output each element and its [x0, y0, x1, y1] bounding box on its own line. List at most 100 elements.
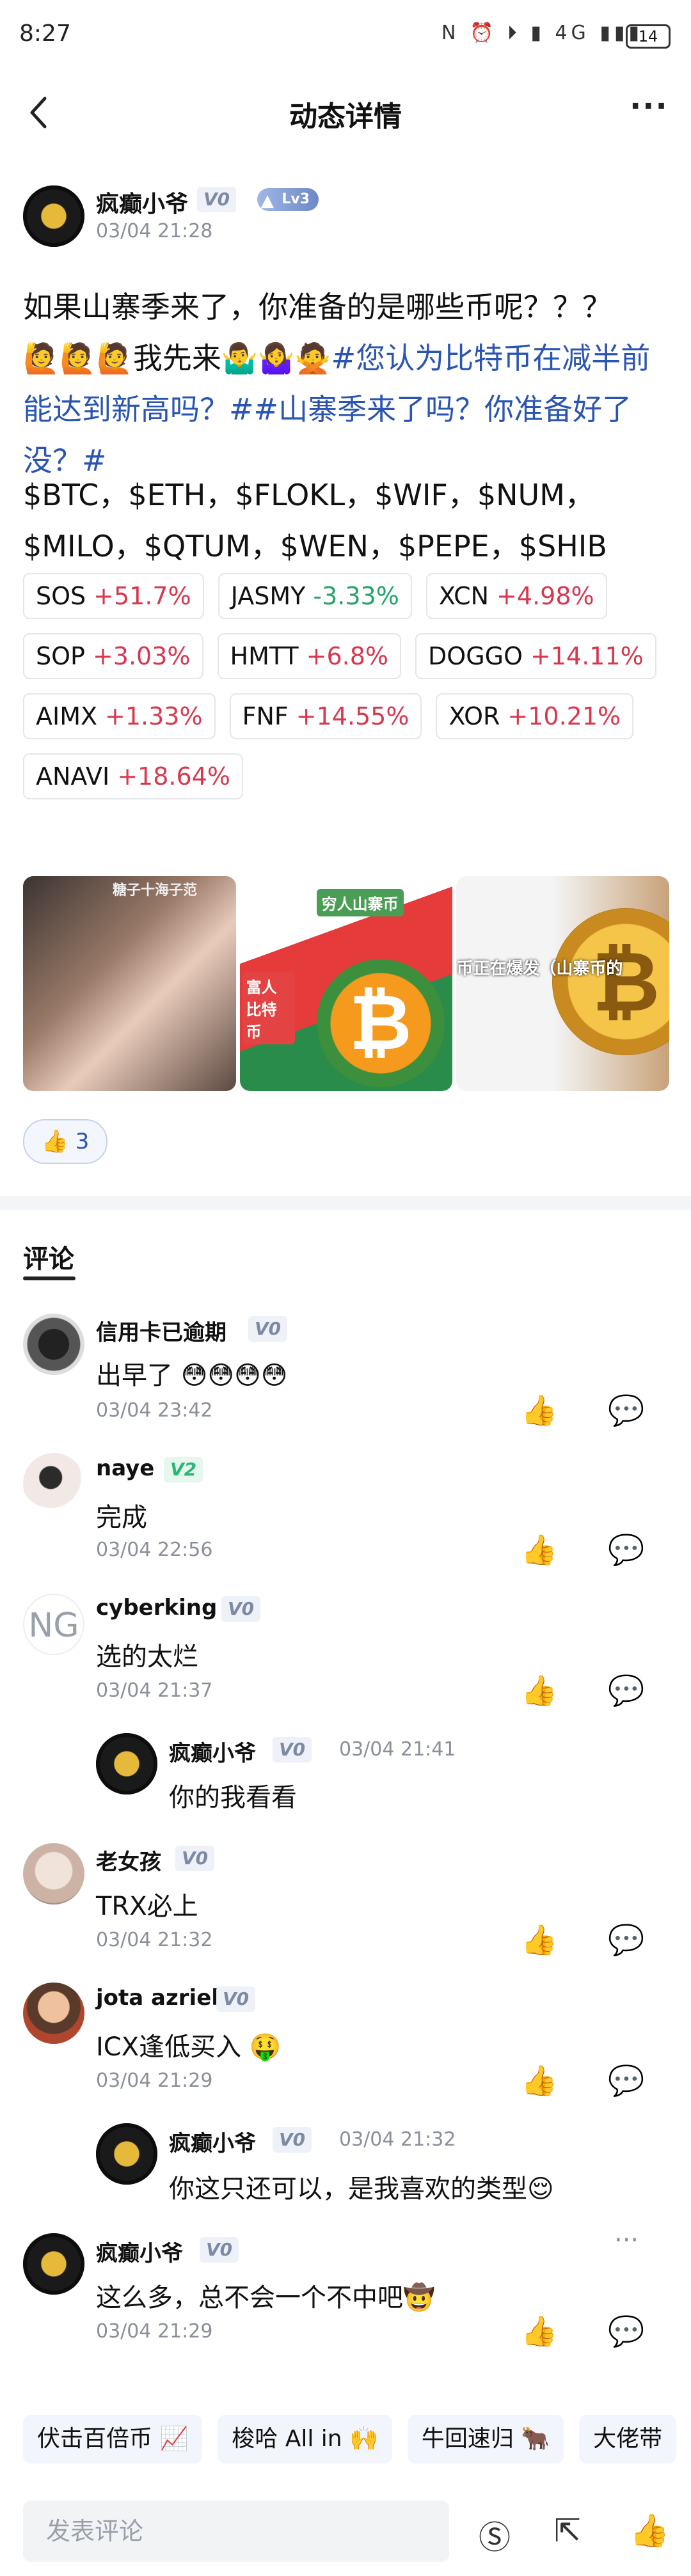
post-image-1[interactable]: 糖子十海子范: [23, 876, 236, 1091]
comment-text: 选的太烂: [96, 1642, 198, 1672]
commenter-avatar[interactable]: [23, 2233, 84, 2295]
coin-chip[interactable]: FNF +14.55%: [229, 693, 422, 739]
reply-icon[interactable]: 💬: [608, 1393, 644, 1428]
verified-badge: V0: [273, 1737, 312, 1763]
commenter-avatar[interactable]: [96, 1733, 157, 1795]
comment-time: 03/04 21:37: [96, 1679, 213, 1702]
verified-badge: V0: [216, 1986, 256, 2012]
commenter-name[interactable]: 老女孩: [96, 1844, 161, 1876]
post-images: 糖子十海子范 穷人山寨币 富人比特币 ₿ ₿ 币正在爆发（山寨币的: [23, 876, 670, 1091]
comment-text: 完成: [96, 1503, 147, 1532]
quick-tag[interactable]: 大佬带: [579, 2415, 677, 2463]
ticker-line2: $MILO，$QTUM，$WEN，$PEPE，$SHIB: [23, 529, 607, 563]
like-count-button[interactable]: 👍 3: [23, 1119, 107, 1164]
commenter-avatar[interactable]: [23, 1843, 84, 1905]
ticker-text: $BTC，$ETH，$FLOKL，$WIF，$NUM， $MILO，$QTUM，…: [23, 469, 669, 572]
like-icon[interactable]: 👍: [521, 1393, 557, 1428]
commenter-name[interactable]: 疯癫小爷: [169, 2126, 256, 2157]
comment-time: 03/04 23:42: [96, 1399, 213, 1422]
comment-more-button[interactable]: ···: [614, 2226, 639, 2255]
more-button[interactable]: ···: [630, 88, 669, 124]
reply-icon[interactable]: 💬: [608, 1673, 644, 1708]
level-badge: ▲ Lv3: [257, 188, 319, 211]
coin-icon[interactable]: Ⓢ: [479, 2512, 511, 2558]
comment-text: 这么多，总不会一个不中吧🤠: [96, 2283, 435, 2313]
commenter-avatar[interactable]: [23, 1314, 84, 1375]
reply-icon[interactable]: 💬: [608, 2314, 644, 2349]
image-caption: 币正在爆发（山寨币的: [456, 959, 623, 978]
coin-chips: SOS +51.7% JASMY -3.33% XCN +4.98% SOP +3.03…: [23, 573, 669, 799]
coin-chip[interactable]: XCN +4.98%: [425, 573, 607, 619]
reply-icon[interactable]: 💬: [608, 1922, 644, 1958]
like-icon[interactable]: 👍: [521, 2063, 557, 2098]
comments-title: 评论: [23, 1245, 74, 1274]
image-caption: 糖子十海子范: [113, 883, 198, 899]
commenter-avatar[interactable]: [96, 2123, 157, 2185]
verified-badge: V0: [197, 187, 237, 212]
section-divider: [0, 1196, 691, 1210]
comment-time: 03/04 21:32: [339, 2128, 456, 2151]
comment-time: 03/04 21:32: [96, 1929, 213, 1951]
comment-input[interactable]: 发表评论: [23, 2501, 449, 2562]
like-icon[interactable]: 👍: [521, 2314, 557, 2349]
comment-time: 03/04 22:56: [96, 1539, 213, 1561]
coin-chip[interactable]: DOGGO +14.11%: [415, 633, 656, 679]
status-time: 8:27: [19, 20, 71, 47]
commenter-name[interactable]: 信用卡已逾期: [96, 1315, 226, 1346]
like-icon[interactable]: 👍: [521, 1532, 557, 1567]
commenter-name[interactable]: jota azriel: [96, 1985, 219, 2011]
verified-badge: V0: [221, 1596, 261, 1622]
post-time: 03/04 21:28: [96, 220, 213, 242]
bitcoin-icon: ₿: [552, 908, 670, 1055]
battery-icon: 14: [626, 24, 671, 49]
like-icon[interactable]: 👍: [521, 1922, 557, 1958]
post-text-line2: 🙋🙋🙋我先来🤷‍♂️🤷‍♀️🙅#您认为比特币在减半前能达到新高吗？##山寨季来了…: [23, 333, 669, 486]
author-name[interactable]: 疯癫小爷: [96, 185, 188, 219]
like-count: 3: [75, 1129, 90, 1154]
level-text: Lv3: [282, 191, 310, 207]
commenter-avatar[interactable]: [23, 1453, 84, 1514]
coin-chip[interactable]: AIMX +1.33%: [23, 693, 216, 739]
quick-tag[interactable]: 梭哈 All in 🙌: [218, 2415, 392, 2463]
verified-badge: V0: [248, 1316, 288, 1342]
image-caption: 穷人山寨币: [316, 889, 404, 916]
comment-time: 03/04 21:29: [96, 2320, 213, 2343]
commenter-name[interactable]: 疯癫小爷: [96, 2236, 183, 2267]
bitcoin-icon: ₿: [316, 959, 445, 1087]
coin-chip[interactable]: SOP +3.03%: [23, 633, 203, 679]
reply-icon[interactable]: 💬: [608, 1532, 644, 1567]
verified-badge: V0: [175, 1846, 215, 1871]
thumbs-up-icon: 👍: [41, 1129, 68, 1154]
ticker-line1: $BTC，$ETH，$FLOKL，$WIF，$NUM，: [23, 478, 594, 512]
commenter-avatar[interactable]: [23, 1983, 84, 2044]
reply-icon[interactable]: 💬: [608, 2063, 644, 2098]
verified-badge: V2: [164, 1457, 203, 1482]
author-avatar[interactable]: [23, 185, 84, 247]
quick-tag[interactable]: 牛回速归 🐂: [407, 2415, 564, 2463]
commenter-name[interactable]: naye: [96, 1456, 154, 1481]
share-icon[interactable]: ⇱: [554, 2512, 581, 2549]
post-content: 如果山寨季来了，你准备的是哪些币呢？？？ 🙋🙋🙋我先来🤷‍♂️🤷‍♀️🙅#您认为…: [23, 281, 669, 486]
comments-tab-underline: [23, 1276, 75, 1280]
post-image-2[interactable]: 穷人山寨币 富人比特币 ₿: [239, 876, 453, 1091]
commenter-avatar[interactable]: NG: [23, 1594, 84, 1655]
image-caption: 富人比特币: [242, 972, 295, 1044]
emoji-text: 🙋🙋🙋我先来🤷‍♂️🤷‍♀️🙅: [23, 341, 331, 375]
post-text-line1: 如果山寨季来了，你准备的是哪些币呢？？？: [23, 290, 612, 324]
coin-chip[interactable]: XOR +10.21%: [436, 693, 634, 739]
like-icon[interactable]: 👍: [521, 1673, 557, 1708]
comment-text: ICX逢低买入 🤑: [96, 2032, 282, 2062]
coin-chip[interactable]: ANAVI +18.64%: [23, 753, 243, 799]
coin-chip[interactable]: JASMY -3.33%: [218, 573, 412, 619]
status-bar: 8:27 N ⏰ ⏵ ▮ 4G ▮▮▮ 14: [0, 0, 691, 72]
comment-time: 03/04 21:29: [96, 2069, 213, 2092]
commenter-name[interactable]: cyberking: [96, 1595, 217, 1621]
coin-chip[interactable]: SOS +51.7%: [23, 573, 204, 619]
quick-tag[interactable]: 伏击百倍币 📈: [23, 2415, 203, 2463]
comment-text: TRX必上: [96, 1892, 198, 1921]
post-image-3[interactable]: ₿ 币正在爆发（山寨币的: [456, 876, 670, 1091]
comment-text: 你的我看看: [169, 1783, 297, 1812]
commenter-name[interactable]: 疯癫小爷: [169, 1736, 256, 1767]
coin-chip[interactable]: HMTT +6.8%: [217, 633, 402, 679]
like-icon[interactable]: 👍: [630, 2512, 669, 2550]
